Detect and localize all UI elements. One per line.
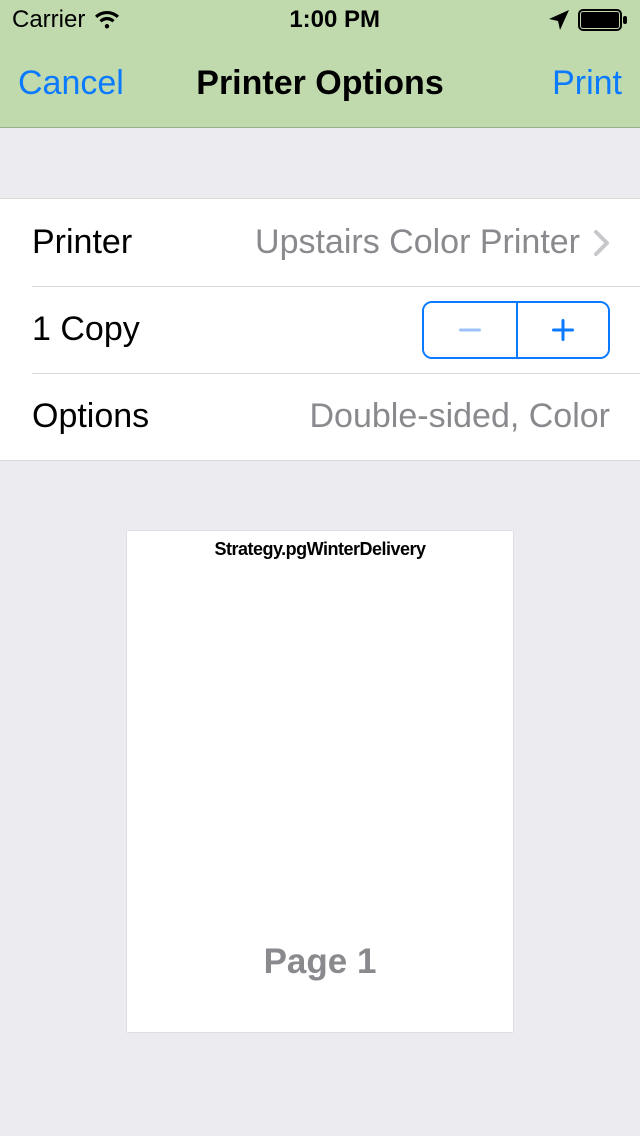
chevron-right-icon <box>594 230 610 256</box>
page-thumbnail[interactable]: Strategy.pgWinterDelivery Page 1 <box>127 531 513 1032</box>
printer-label: Printer <box>32 223 132 262</box>
nav-bar: Cancel Printer Options Print <box>0 40 640 128</box>
battery-icon <box>578 9 628 31</box>
copies-row: 1 Copy <box>0 286 640 373</box>
printer-value: Upstairs Color Printer <box>255 223 580 262</box>
options-row[interactable]: Options Double-sided, Color <box>0 373 640 460</box>
minus-icon <box>455 315 485 345</box>
status-bar: Carrier 1:00 PM <box>0 0 640 40</box>
status-right <box>548 9 628 31</box>
preview-area: Strategy.pgWinterDelivery Page 1 <box>0 531 640 1136</box>
print-button[interactable]: Print <box>552 64 622 103</box>
thumbnail-content-text: Strategy.pgWinterDelivery <box>127 539 513 560</box>
stepper-decrement-button[interactable] <box>424 303 516 357</box>
page-title: Printer Options <box>196 64 443 103</box>
plus-icon <box>548 315 578 345</box>
carrier-label: Carrier <box>12 6 85 34</box>
status-left: Carrier <box>12 6 121 34</box>
copies-stepper <box>422 301 610 359</box>
stepper-increment-button[interactable] <box>516 303 608 357</box>
options-value: Double-sided, Color <box>310 397 611 436</box>
options-label: Options <box>32 397 149 436</box>
copies-label: 1 Copy <box>32 310 140 349</box>
cancel-button[interactable]: Cancel <box>18 64 124 103</box>
page-number-label: Page 1 <box>127 942 513 982</box>
status-time: 1:00 PM <box>289 6 380 34</box>
settings-group: Printer Upstairs Color Printer 1 Copy Op… <box>0 198 640 461</box>
location-icon <box>548 9 570 31</box>
printer-row[interactable]: Printer Upstairs Color Printer <box>0 199 640 286</box>
wifi-icon <box>93 10 121 30</box>
